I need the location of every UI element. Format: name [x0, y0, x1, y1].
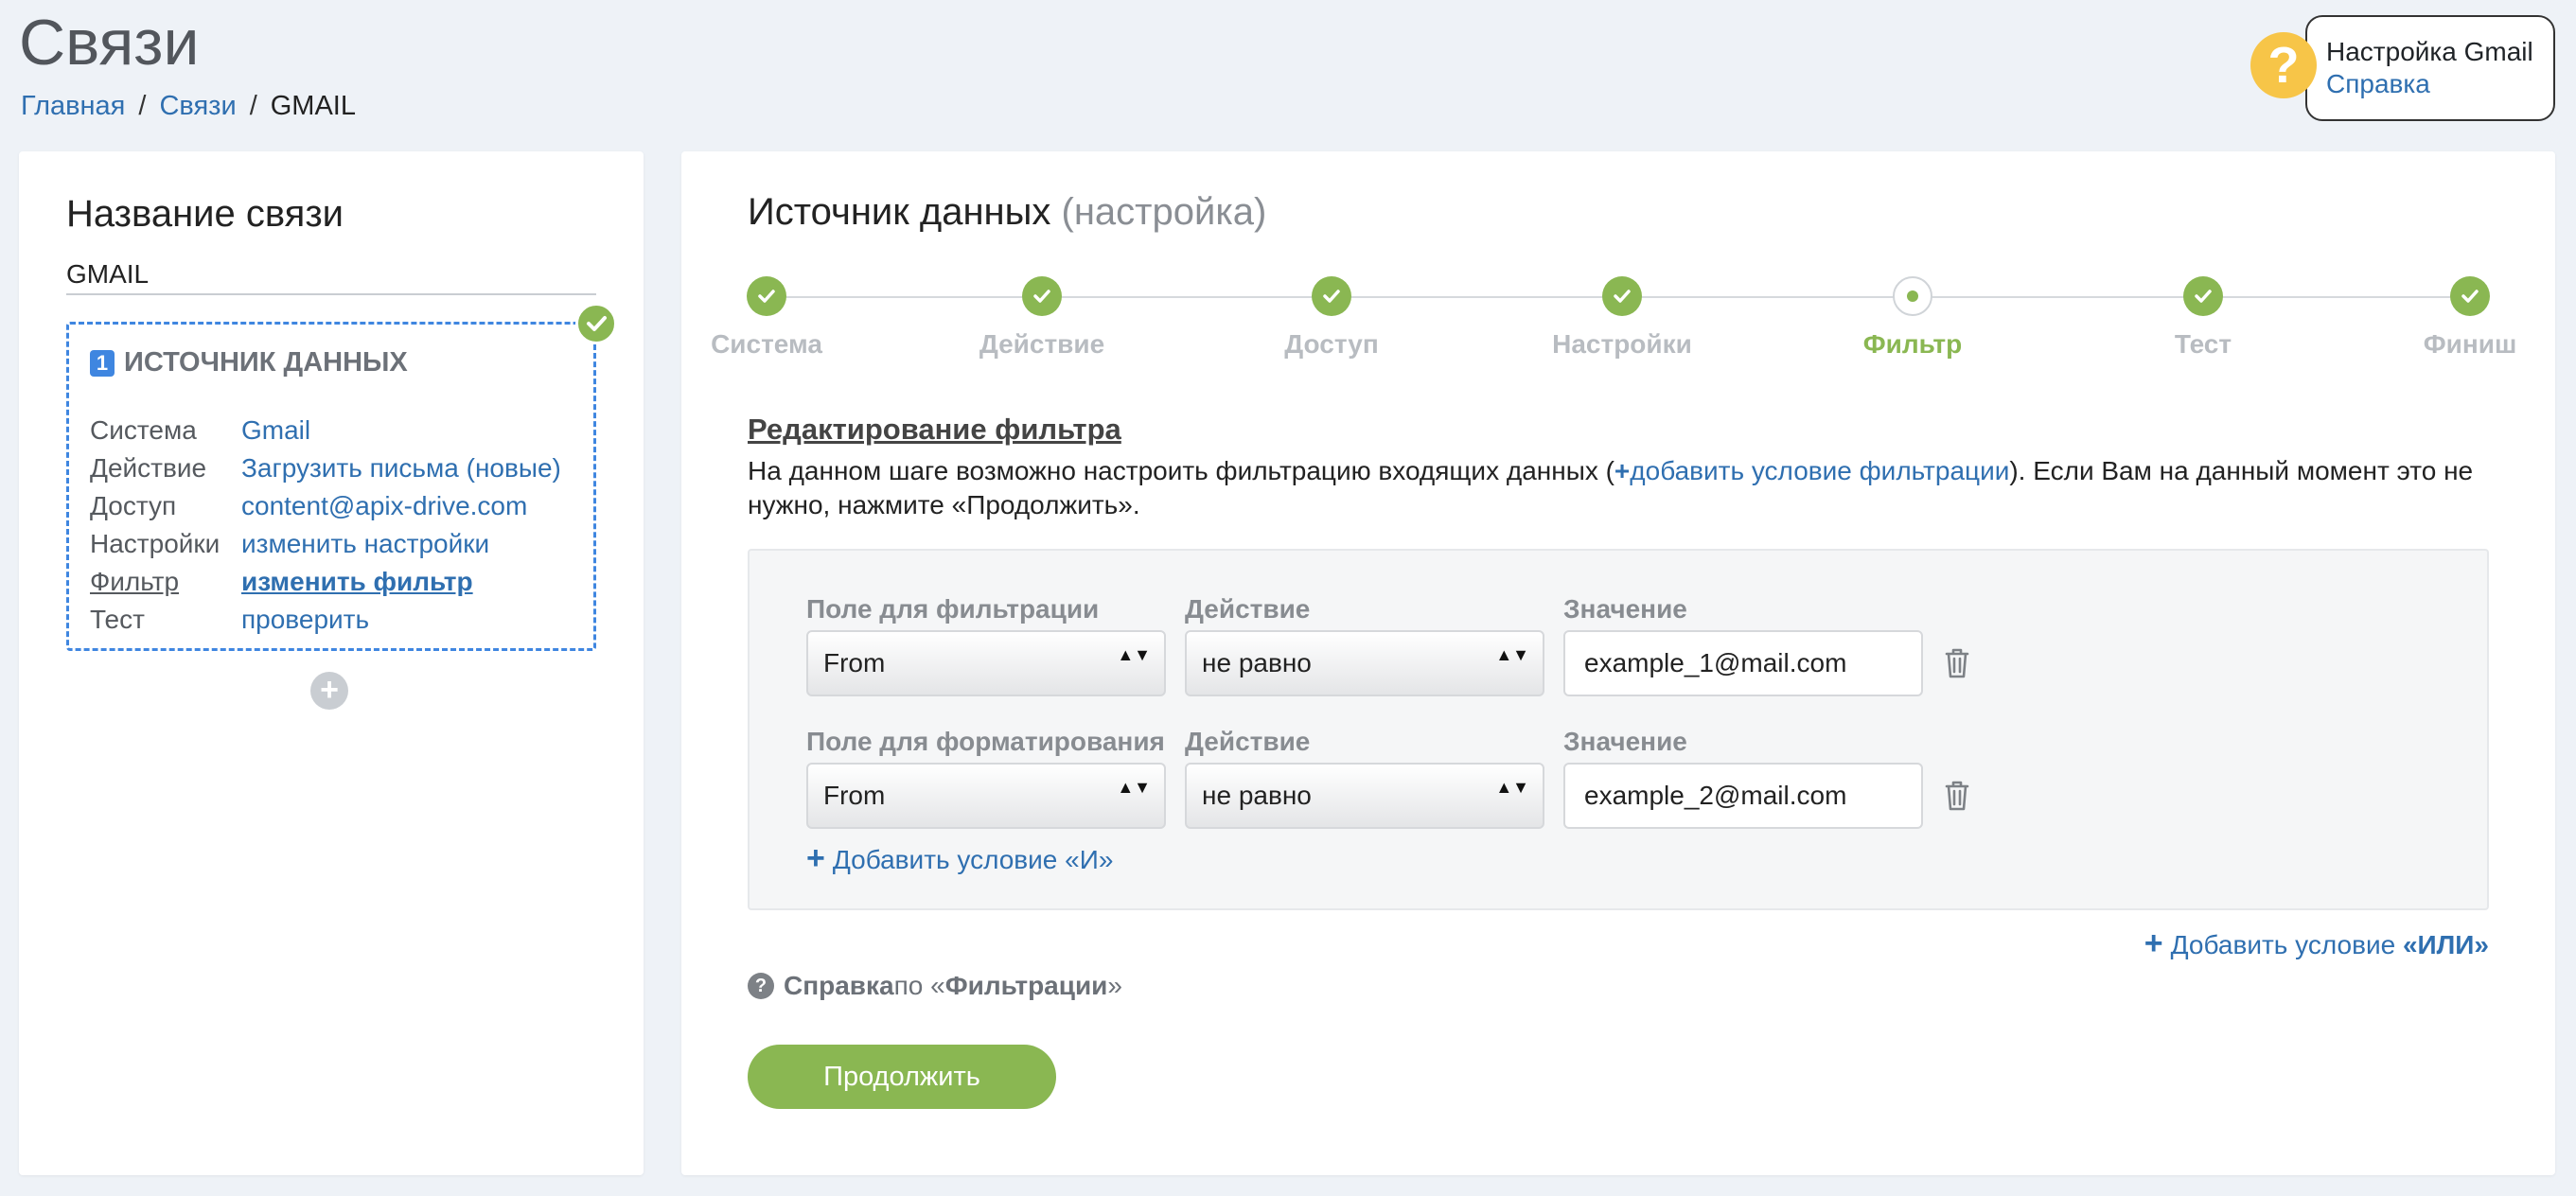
plus-icon: + [806, 840, 825, 876]
question-icon: ? [748, 973, 774, 999]
filter-help-link[interactable]: ? Справка по «Фильтрации» [748, 971, 1122, 1001]
field-label: Поле для форматирования [806, 727, 1165, 756]
source-row-settings: Настройки изменить настройки [90, 529, 490, 558]
breadcrumb-current: GMAIL [270, 91, 356, 121]
filter-value-input[interactable]: example_2@mail.com [1563, 763, 1923, 829]
add-filter-condition-link[interactable]: +добавить условие фильтрации [1614, 456, 2009, 485]
filter-field-select[interactable]: From ▲▼ [806, 630, 1166, 696]
source-row-filter: Фильтр изменить фильтр [90, 567, 473, 596]
select-arrows-icon: ▲▼ [1495, 645, 1529, 664]
action-label: Действие [1185, 727, 1311, 756]
step-system[interactable]: Система [662, 276, 871, 360]
step-number-badge: 1 [90, 349, 115, 377]
progress-steps: Система Действие Доступ Настройки Фильтр… [711, 276, 2516, 371]
step-finish[interactable]: Финиш [2366, 276, 2574, 360]
add-block-button[interactable]: + [310, 672, 348, 710]
filter-conditions-box: Поле для фильтрации Действие Значение Fr… [748, 549, 2489, 910]
filter-action-select[interactable]: не равно ▲▼ [1185, 630, 1544, 696]
check-icon [2450, 276, 2490, 316]
page-title: Связи [19, 7, 200, 79]
connection-name-field[interactable]: GMAIL [66, 257, 596, 295]
check-icon [1312, 276, 1351, 316]
step-test[interactable]: Тест [2099, 276, 2307, 360]
connection-title: Название связи [66, 193, 344, 235]
breadcrumb-connections[interactable]: Связи [159, 91, 236, 121]
help-title: Настройка Gmail [2326, 37, 2533, 66]
plus-icon: + [2144, 925, 2163, 961]
value-label: Значение [1563, 727, 1687, 756]
breadcrumb: Главная / Связи / GMAIL [21, 91, 356, 121]
continue-button[interactable]: Продолжить [748, 1045, 1056, 1109]
add-or-condition-button[interactable]: + Добавить условие «ИЛИ» [2144, 925, 2489, 962]
help-icon[interactable]: ? [2250, 32, 2317, 98]
source-row-system: Система Gmail [90, 415, 311, 445]
check-icon [2183, 276, 2223, 316]
step-action[interactable]: Действие [938, 276, 1146, 360]
add-and-condition-button[interactable]: + Добавить условие «И» [806, 840, 1113, 877]
trash-icon[interactable] [1944, 780, 1970, 812]
data-source-rows: Система Gmail Действие Загрузить письма (н… [90, 412, 563, 639]
help-box: Настройка Gmail Справка [2305, 15, 2555, 121]
check-icon [1602, 276, 1642, 316]
filter-action-select[interactable]: не равно ▲▼ [1185, 763, 1544, 829]
select-arrows-icon: ▲▼ [1117, 778, 1151, 797]
filter-description: На данном шаге возможно настроить фильтр… [748, 456, 2474, 519]
data-source-block[interactable]: 1 ИСТОЧНИК ДАННЫХ Система Gmail Действие З… [66, 322, 596, 651]
source-row-test: Тест проверить [90, 605, 370, 634]
data-source-title: Источник данных (настройка) [748, 191, 1267, 233]
trash-icon[interactable] [1944, 647, 1970, 679]
check-icon [1022, 276, 1062, 316]
value-label: Значение [1563, 594, 1687, 624]
data-source-settings-card: Источник данных (настройка) Система Дейс… [681, 151, 2555, 1175]
select-arrows-icon: ▲▼ [1117, 645, 1151, 664]
filter-field-select[interactable]: From ▲▼ [806, 763, 1166, 829]
field-label: Поле для фильтрации [806, 594, 1100, 624]
check-icon [747, 276, 786, 316]
step-filter[interactable]: Фильтр [1808, 276, 2017, 360]
source-complete-check-icon [575, 303, 617, 344]
data-source-heading: 1 ИСТОЧНИК ДАННЫХ [90, 347, 408, 378]
filter-edit-heading: Редактирование фильтра [748, 413, 1121, 446]
help-link[interactable]: Справка [2326, 69, 2430, 98]
current-step-icon [1893, 276, 1932, 316]
connection-card: Название связи GMAIL 1 ИСТОЧНИК ДАННЫХ С… [19, 151, 644, 1175]
step-settings[interactable]: Настройки [1518, 276, 1726, 360]
action-label: Действие [1185, 594, 1311, 624]
filter-value-input[interactable]: example_1@mail.com [1563, 630, 1923, 696]
breadcrumb-home[interactable]: Главная [21, 91, 125, 121]
source-row-access: Доступ content@apix-drive.com [90, 491, 528, 520]
step-access[interactable]: Доступ [1227, 276, 1436, 360]
source-row-action: Действие Загрузить письма (новые) [90, 453, 561, 483]
select-arrows-icon: ▲▼ [1495, 778, 1529, 797]
